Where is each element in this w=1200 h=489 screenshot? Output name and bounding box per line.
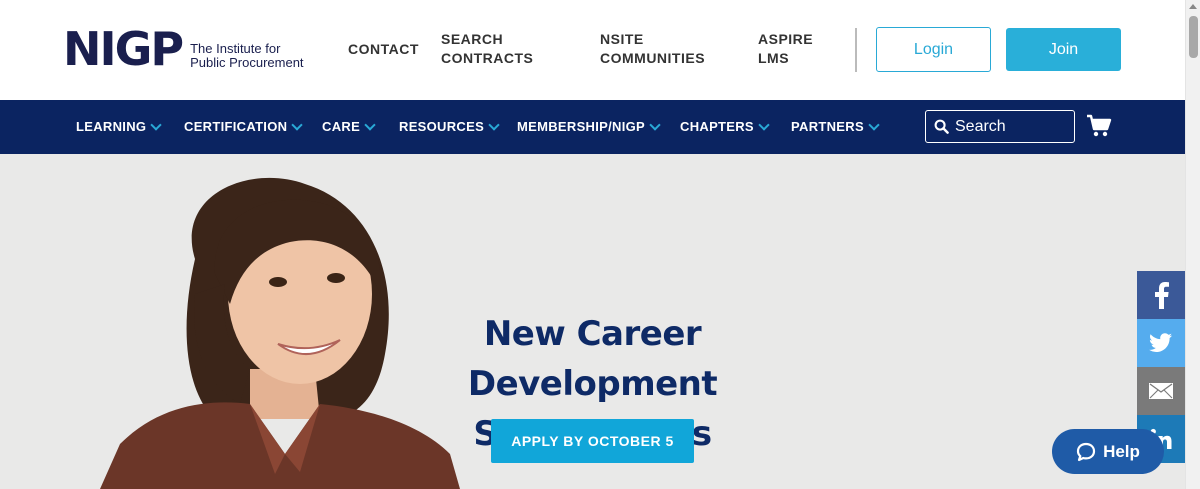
main-nav: LEARNING CERTIFICATION CARE RESOURCES ME… [0, 100, 1185, 154]
chevron-down-icon [868, 118, 880, 131]
top-link-contact-label: CONTACT [348, 41, 419, 57]
email-share-button[interactable] [1137, 367, 1185, 415]
search-box [925, 110, 1075, 143]
chevron-down-icon [758, 118, 770, 131]
header-divider [855, 28, 857, 72]
help-chat-button[interactable]: Help [1052, 429, 1164, 474]
nav-item-label: CERTIFICATION [184, 119, 288, 134]
search-icon[interactable] [934, 119, 949, 134]
nav-item-learning[interactable]: LEARNING [76, 118, 162, 134]
hero-banner: New Career Development Scholarships APPL… [0, 154, 1185, 489]
join-button[interactable]: Join [1006, 28, 1121, 71]
page-scrollbar[interactable] [1185, 0, 1200, 489]
nav-item-label: RESOURCES [399, 119, 485, 134]
nav-item-certification[interactable]: CERTIFICATION [184, 118, 303, 134]
logo-mark: NIGP [63, 22, 184, 76]
top-link-search-contracts[interactable]: SEARCH CONTRACTS [441, 30, 533, 68]
top-link-aspire-line1: ASPIRE [758, 31, 814, 47]
twitter-share-button[interactable] [1137, 319, 1185, 367]
facebook-icon [1155, 282, 1169, 309]
top-link-aspire-line2: LMS [758, 50, 790, 66]
top-header: NIGP The Institute for Public Procuremen… [0, 0, 1185, 100]
login-button[interactable]: Login [876, 27, 991, 72]
apply-button[interactable]: APPLY BY OCTOBER 5 [491, 419, 694, 463]
nav-item-membership[interactable]: MEMBERSHIP/NIGP [517, 118, 661, 134]
hero-title-line1: New Career [483, 314, 702, 354]
nav-item-chapters[interactable]: CHAPTERS [680, 118, 770, 134]
nav-item-care[interactable]: CARE [322, 118, 376, 134]
chevron-down-icon [291, 118, 303, 131]
logo-tagline-line2: Public Procurement [190, 55, 304, 70]
top-link-search-contracts-line2: CONTRACTS [441, 50, 534, 66]
facebook-share-button[interactable] [1137, 271, 1185, 319]
top-link-nsite-line1: NSITE [600, 31, 644, 47]
nav-item-label: PARTNERS [791, 119, 864, 134]
scroll-up-arrow-icon[interactable] [1189, 4, 1197, 9]
top-link-contact[interactable]: CONTACT [348, 40, 419, 59]
email-icon [1149, 383, 1173, 399]
twitter-icon [1149, 333, 1172, 352]
chevron-down-icon [649, 118, 661, 131]
top-link-nsite-communities[interactable]: NSITE COMMUNITIES [600, 30, 705, 68]
nav-item-label: CARE [322, 119, 361, 134]
nigp-logo[interactable]: NIGP The Institute for Public Procuremen… [63, 22, 304, 76]
top-link-nsite-line2: COMMUNITIES [600, 50, 706, 66]
nav-item-label: MEMBERSHIP/NIGP [517, 119, 646, 134]
chevron-down-icon [364, 118, 376, 131]
chevron-down-icon [488, 118, 500, 131]
logo-tagline: The Institute for Public Procurement [190, 42, 303, 70]
nav-item-resources[interactable]: RESOURCES [399, 118, 500, 134]
top-link-aspire-lms[interactable]: ASPIRE LMS [758, 30, 813, 68]
chat-bubble-icon [1076, 442, 1096, 461]
nav-item-partners[interactable]: PARTNERS [791, 118, 880, 134]
shopping-cart-icon[interactable] [1086, 114, 1112, 138]
search-input[interactable] [955, 117, 1065, 136]
top-link-search-contracts-line1: SEARCH [441, 31, 504, 47]
nav-item-label: LEARNING [76, 119, 147, 134]
nav-item-label: CHAPTERS [680, 119, 754, 134]
scrollbar-thumb[interactable] [1189, 16, 1198, 58]
help-label: Help [1103, 441, 1140, 461]
chevron-down-icon [150, 118, 162, 131]
logo-tagline-line1: The Institute for [190, 41, 281, 56]
